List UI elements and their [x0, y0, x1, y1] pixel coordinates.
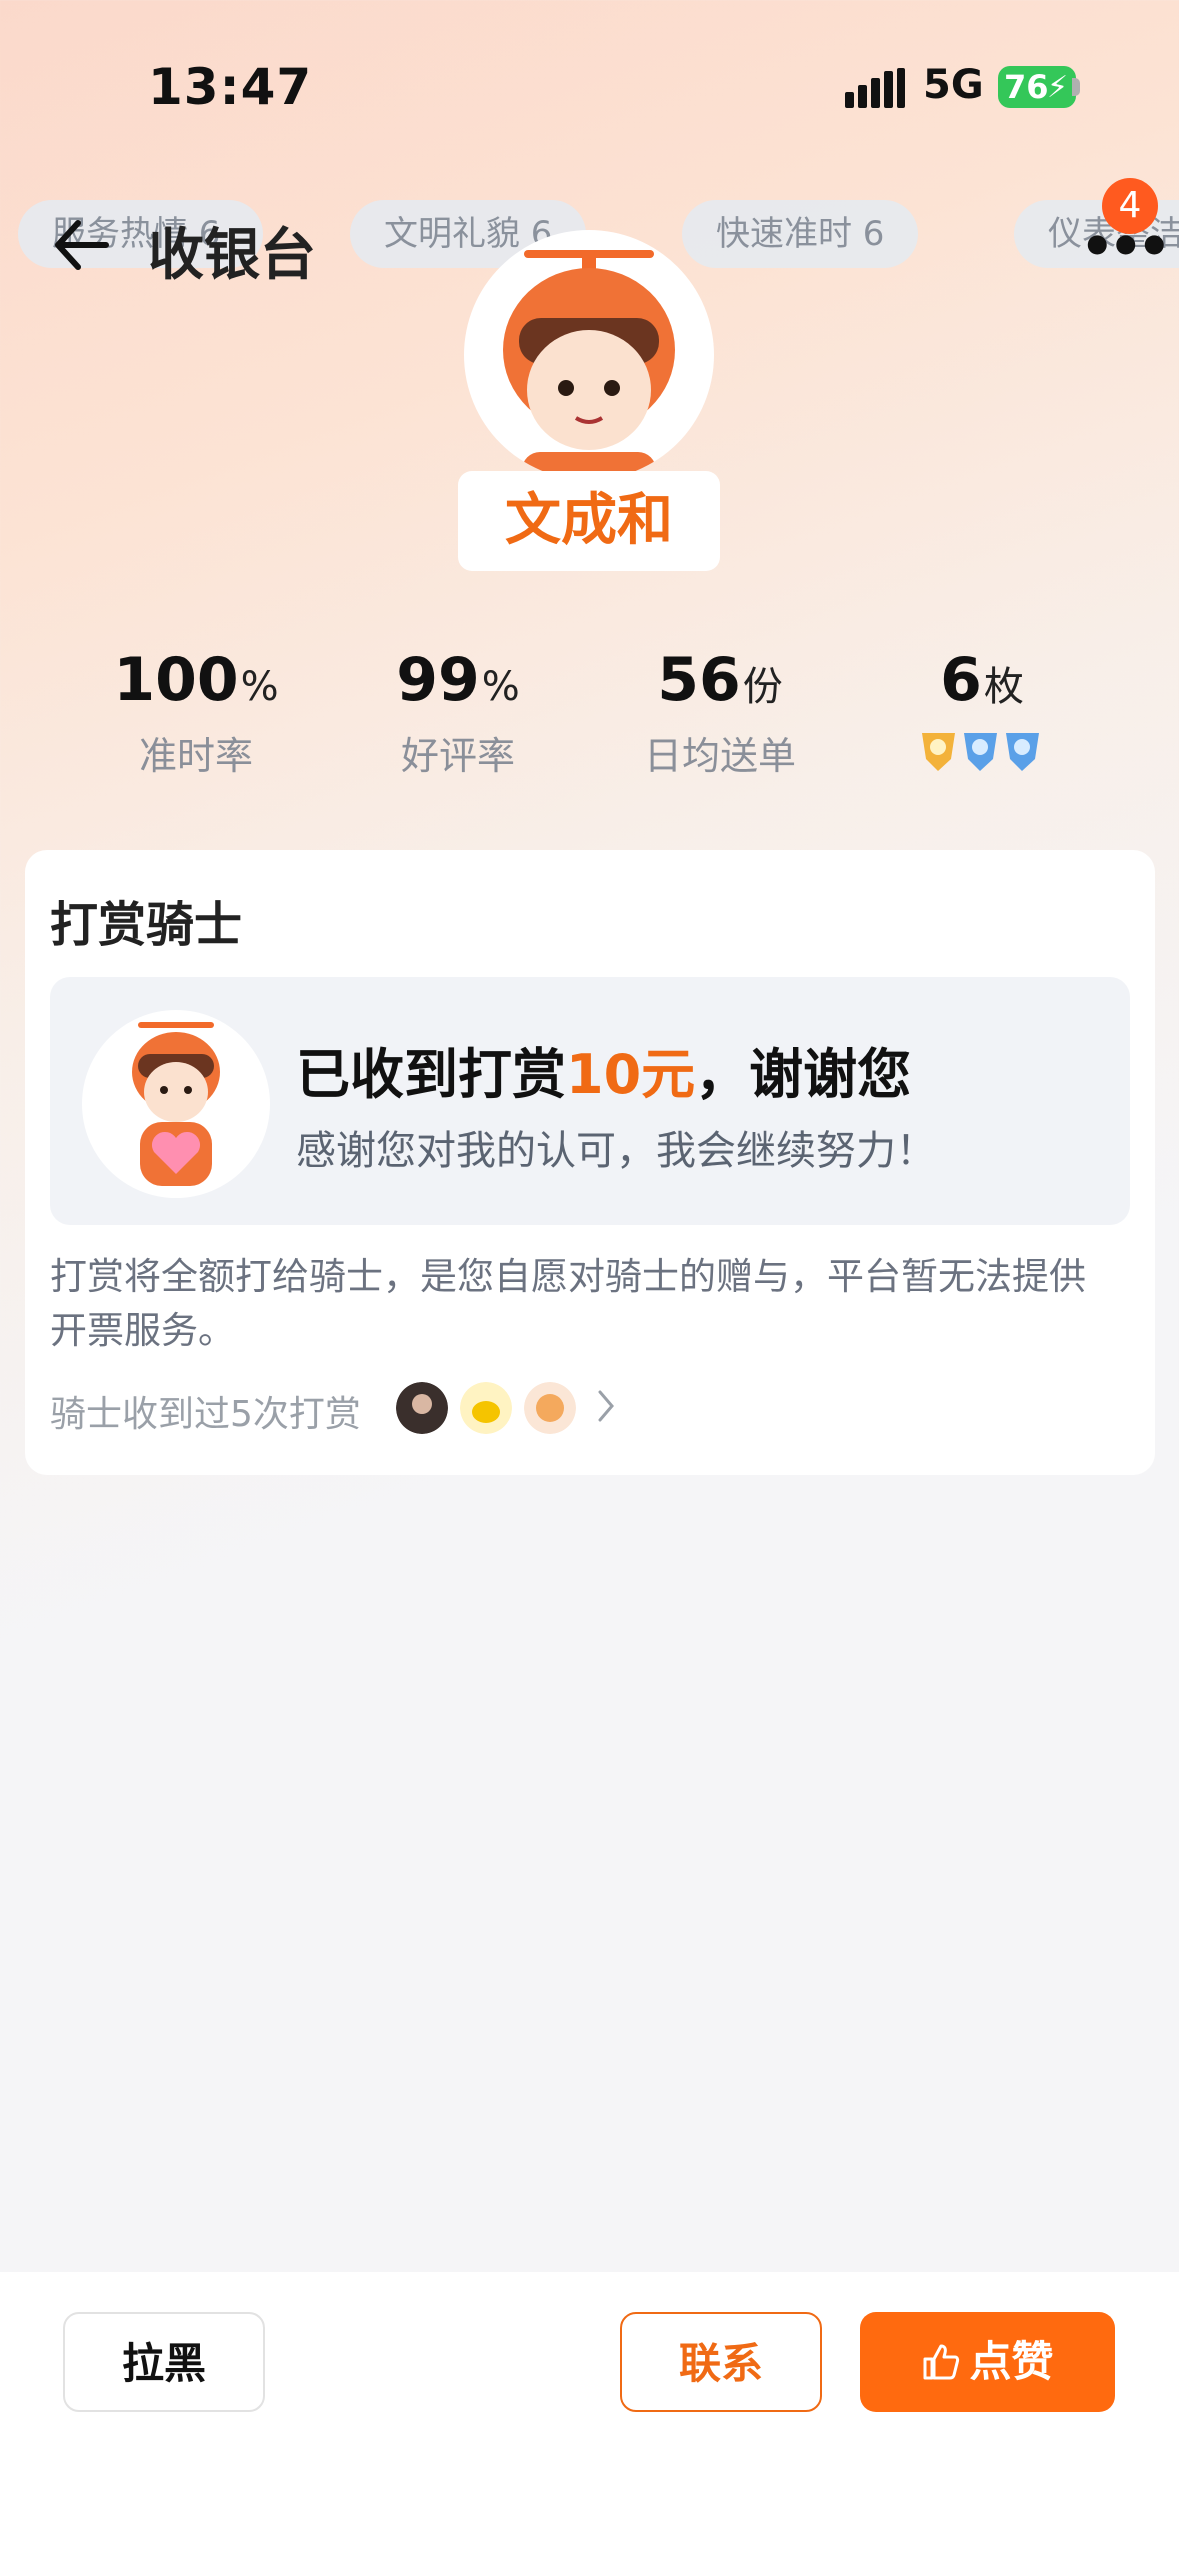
page-title: 收银台	[148, 223, 316, 288]
stat-unit: %	[481, 664, 520, 710]
rider-avatar	[464, 230, 714, 480]
tipper-avatar	[396, 1382, 448, 1434]
back-arrow-icon[interactable]	[50, 215, 110, 275]
tip-count-text[interactable]: 骑士收到过5次打赏	[50, 1385, 361, 1437]
thumbs-up-icon	[923, 2344, 960, 2380]
stat-value: 6	[940, 645, 982, 715]
tip-card-title: 打赏骑士	[50, 897, 243, 953]
thanks-message: 已收到打赏10元，谢谢您	[296, 1030, 911, 1109]
like-label: 点赞	[969, 2337, 1054, 2386]
stat-label: 好评率	[400, 734, 515, 778]
stat-value: 56	[657, 645, 741, 715]
tag-chip[interactable]: 快速准时 6	[682, 200, 919, 268]
medal-icons	[922, 733, 1039, 771]
stat-rating: 99% 好评率	[328, 645, 588, 780]
stat-ontime: 100% 准时率	[66, 645, 326, 780]
rider-name: 文成和	[458, 471, 720, 571]
tip-disclaimer: 打赏将全额打给骑士，是您自愿对骑士的赠与，平台暂无法提供开票服务。	[50, 1255, 1086, 1352]
like-button[interactable]: 点赞	[860, 2312, 1115, 2412]
status-time: 13:47	[148, 58, 313, 116]
tip-amount: 10元	[566, 1043, 696, 1106]
thanks-suffix: ，谢谢您	[695, 1043, 912, 1106]
block-button[interactable]: 拉黑	[63, 2312, 265, 2412]
tipper-avatar	[460, 1382, 512, 1434]
thanks-subtext: 感谢您对我的认可，我会继续努力！	[296, 1128, 936, 1174]
stat-unit: 份	[742, 664, 783, 710]
stat-label: 准时率	[138, 734, 253, 778]
charging-icon: ⚡	[1047, 70, 1069, 105]
tipper-avatar	[524, 1382, 576, 1434]
network-label: 5G	[923, 62, 984, 108]
contact-button[interactable]: 联系	[620, 2312, 822, 2412]
battery-level: 76	[1004, 68, 1049, 106]
stat-value: 100	[113, 645, 239, 715]
stat-value: 99	[396, 645, 480, 715]
signal-icon	[845, 68, 905, 108]
notification-badge: 4	[1102, 178, 1158, 234]
rider-heart-illustration	[132, 1022, 220, 1186]
stat-unit: 枚	[983, 664, 1024, 710]
rider-avatar-illustration	[503, 250, 675, 480]
stat-label: 日均送单	[643, 734, 796, 778]
rider-heart-avatar	[82, 1010, 270, 1198]
thanks-prefix: 已收到打赏	[296, 1043, 566, 1106]
chevron-right-icon[interactable]	[596, 1388, 616, 1424]
battery-tip	[1072, 78, 1080, 96]
stat-daily-orders: 56份 日均送单	[590, 645, 850, 780]
stat-medals[interactable]: 6枚	[852, 645, 1112, 779]
stat-unit: %	[240, 664, 279, 710]
